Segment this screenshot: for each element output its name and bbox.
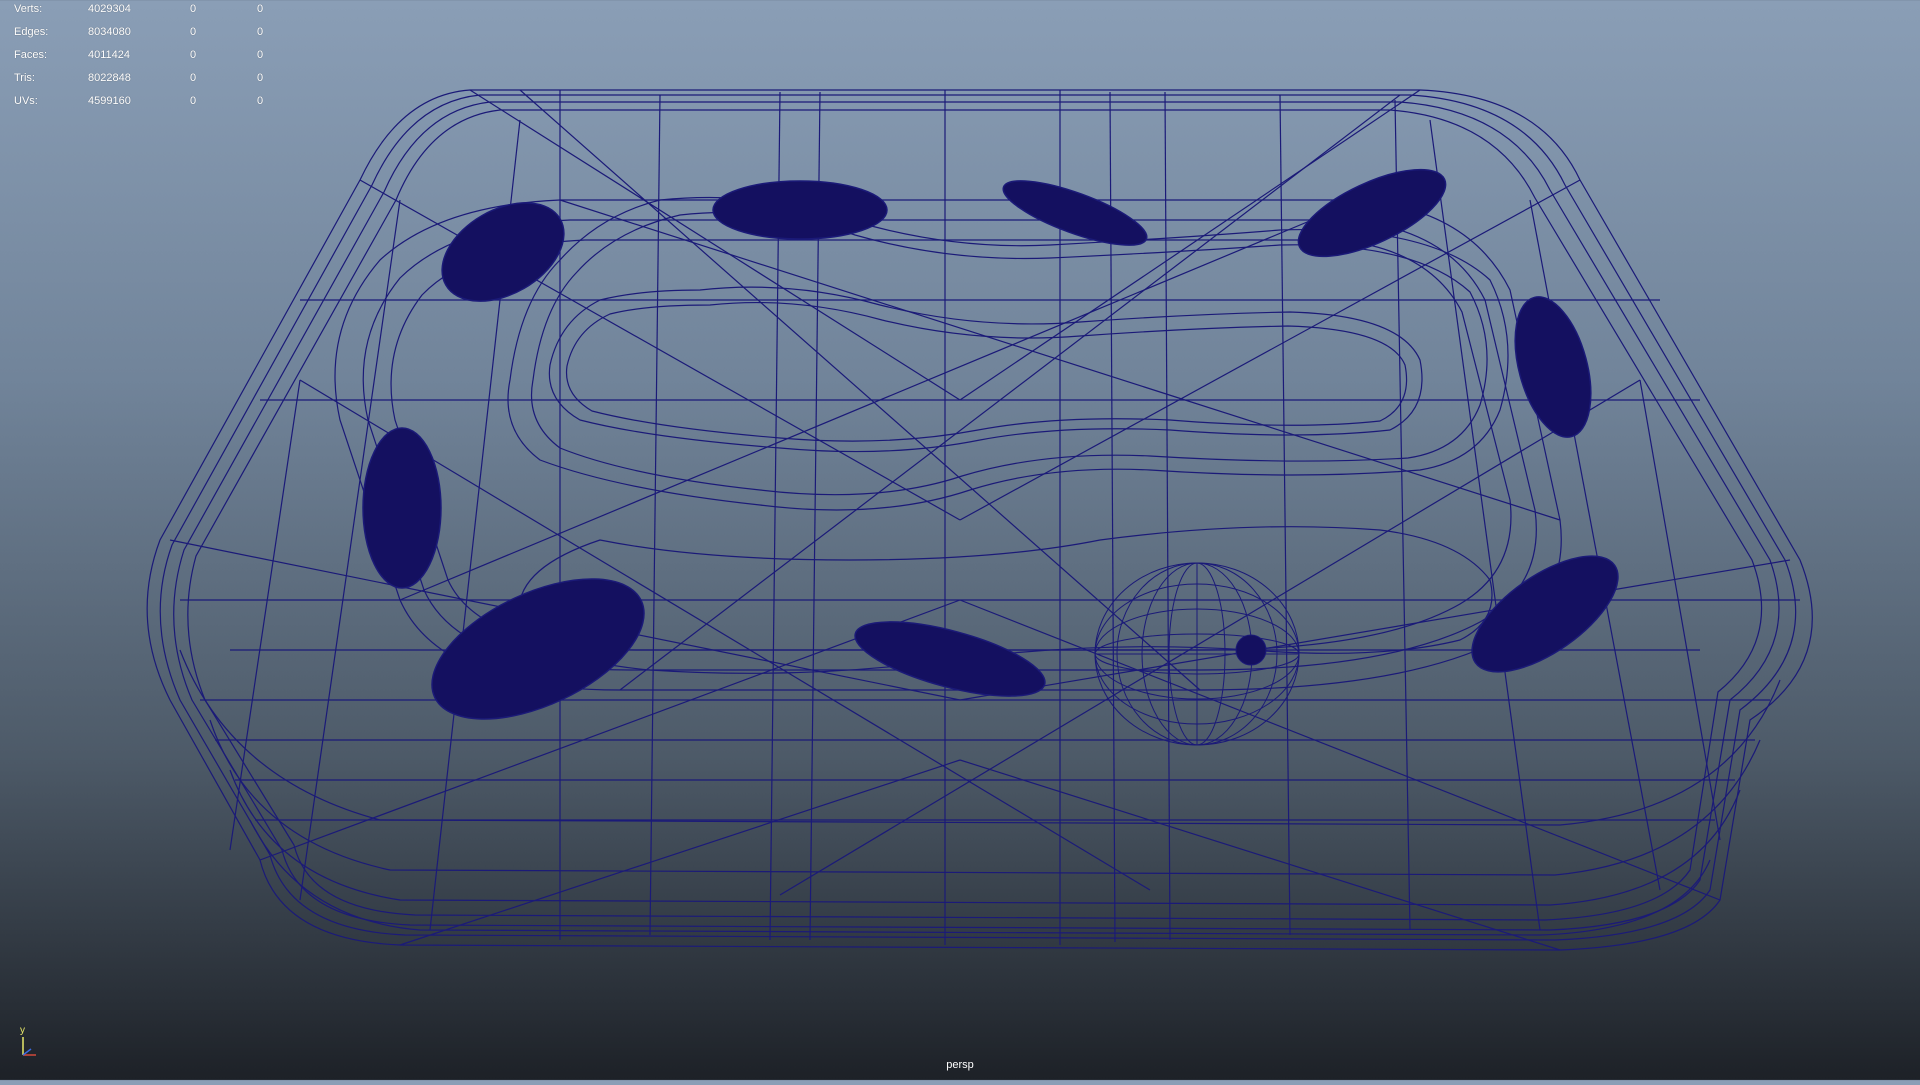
hud-total: 4011424 [88, 49, 131, 61]
hud-selected: 0 [190, 26, 197, 38]
hud-selected-2: 0 [257, 72, 264, 84]
hud-total: 4029304 [88, 3, 131, 15]
wireframe-model[interactable] [0, 0, 1920, 1080]
hud-total: 8022848 [88, 72, 131, 84]
hud-row-faces: Faces: 4011424 0 0 [14, 46, 274, 69]
view-axis-gizmo-icon: y [16, 1025, 48, 1057]
hud-selected-2: 0 [257, 95, 264, 107]
stone-pad [854, 621, 1046, 697]
hud-selected-2: 0 [257, 26, 264, 38]
hud-selected: 0 [190, 72, 197, 84]
hud-row-edges: Edges: 8034080 0 0 [14, 23, 274, 46]
hud-label: Tris: [14, 72, 35, 84]
hud-selected-2: 0 [257, 49, 264, 61]
heads-up-display-poly-count: Verts: 4029304 0 0 Edges: 8034080 0 0 Fa… [14, 0, 274, 115]
hud-row-verts: Verts: 4029304 0 0 [14, 0, 274, 23]
hud-row-uvs: UVs: 4599160 0 0 [14, 92, 274, 115]
hud-label: Verts: [14, 3, 43, 15]
stone-pad [1471, 555, 1619, 673]
stone-pad [712, 180, 888, 240]
stone-pad [1002, 180, 1148, 246]
stone-pad [1514, 296, 1592, 438]
sphere-object [1094, 562, 1300, 746]
stone-pad [1297, 168, 1447, 258]
hud-label: Edges: [14, 26, 49, 38]
hud-row-tris: Tris: 8022848 0 0 [14, 69, 274, 92]
hud-selected: 0 [190, 3, 197, 15]
hud-label: Faces: [14, 49, 48, 61]
hud-label: UVs: [14, 95, 38, 107]
stone-pad [362, 427, 442, 589]
hud-selected: 0 [190, 49, 197, 61]
perspective-viewport[interactable] [0, 0, 1920, 1080]
hud-selected-2: 0 [257, 3, 264, 15]
camera-name-label: persp [946, 1059, 974, 1071]
hud-selected: 0 [190, 95, 197, 107]
hud-total: 4599160 [88, 95, 131, 107]
hud-total: 8034080 [88, 26, 131, 38]
